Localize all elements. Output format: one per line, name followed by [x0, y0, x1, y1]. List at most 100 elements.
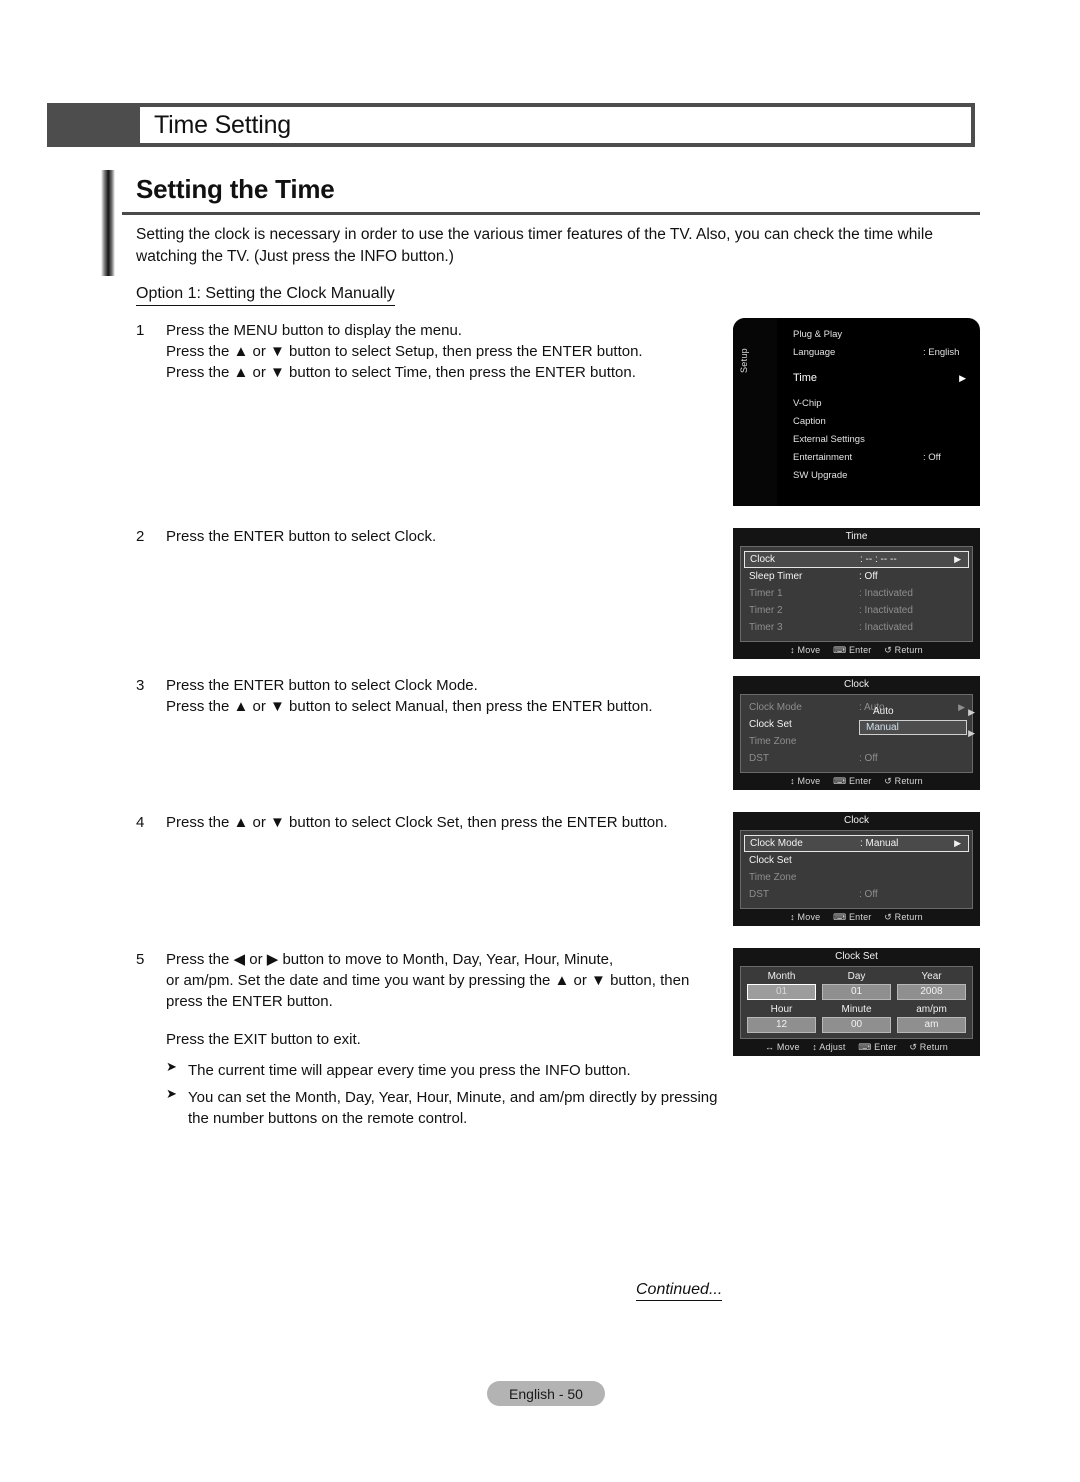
step-body: Press the ◀ or ▶ button to move to Month… — [166, 949, 736, 1129]
osd-setup-rail: Setup — [733, 318, 777, 506]
clock-set-row-time: Hour 12 Minute 00 am/pm am — [747, 1004, 966, 1033]
clock-set-row-date: Month 01 Day 01 Year 2008 — [747, 971, 966, 1000]
osd-menu-item-sw-upgrade[interactable]: SW Upgrade — [793, 467, 972, 485]
step-number: 1 — [136, 322, 145, 339]
label: Caption — [793, 416, 826, 427]
note-text: The current time will appear every time … — [188, 1062, 631, 1079]
field-year[interactable]: Year 2008 — [897, 971, 966, 1000]
label: Clock Mode — [749, 702, 802, 713]
note-list: ➤ The current time will appear every tim… — [166, 1060, 736, 1129]
osd-title: Clock — [733, 812, 980, 830]
osd-menu-item-clock-set[interactable]: Clock Set — [741, 852, 972, 869]
page-header-title-box: Time Setting — [140, 107, 971, 143]
label: Time — [793, 372, 818, 384]
hint-return: ↺ Return — [909, 1042, 948, 1052]
dropdown-option-auto[interactable]: Auto — [859, 705, 975, 719]
step-line: Press the ◀ or ▶ button to move to Month… — [166, 951, 614, 968]
section-accent-bar — [101, 170, 115, 276]
field-value[interactable]: 01 — [822, 984, 891, 1000]
section-divider — [122, 212, 980, 215]
osd-clock-menu-manual: Clock Clock Mode : Manual ▶ Clock Set Ti… — [733, 812, 980, 926]
osd-menu-item-external-settings[interactable]: External Settings — [793, 431, 972, 449]
value: : Manual — [860, 838, 899, 849]
step-line: press the ENTER button. — [166, 993, 333, 1010]
osd-setup-list: Plug & Play Language : English Time ▶ V-… — [793, 326, 972, 485]
field-minute[interactable]: Minute 00 — [822, 1004, 891, 1033]
field-hour[interactable]: Hour 12 — [747, 1004, 816, 1033]
osd-menu-item-time-zone[interactable]: Time Zone — [741, 733, 972, 750]
osd-menu-item-entertainment[interactable]: Entertainment : Off — [793, 449, 972, 467]
step-line: Press the ENTER button to select Clock. — [166, 528, 437, 545]
osd-clock-menu-auto: Clock Clock Mode : Auto ▶ Clock Set Time… — [733, 676, 980, 790]
step-3: 3 Press the ENTER button to select Clock… — [136, 675, 736, 717]
field-month[interactable]: Month 01 — [747, 971, 816, 1000]
osd-menu-item-clock[interactable]: Clock : -- : -- -- ▶ — [744, 551, 969, 568]
value: : Off — [859, 889, 878, 900]
osd-menu-item-dst[interactable]: DST : Off — [741, 886, 972, 903]
osd-clock-set: Clock Set Month 01 Day 01 Year 2008 Hour… — [733, 948, 980, 1056]
osd-footer-hints: ↕ Move ⌨ Enter ↺ Return — [733, 642, 980, 659]
continued-label: Continued... — [636, 1281, 723, 1301]
step-1: 1 Press the MENU button to display the m… — [136, 320, 736, 383]
osd-setup-menu: Setup Plug & Play Language : English Tim… — [733, 318, 980, 506]
note-text: You can set the Month, Day, Year, Hour, … — [188, 1089, 718, 1127]
field-value[interactable]: am — [897, 1017, 966, 1033]
step-body: Press the ENTER button to select Clock M… — [166, 675, 736, 717]
field-value[interactable]: 12 — [747, 1017, 816, 1033]
field-label: Year — [921, 971, 942, 982]
value: : Inactivated — [859, 622, 913, 633]
step-4: 4 Press the ▲ or ▼ button to select Cloc… — [136, 812, 736, 833]
value: : Off — [859, 753, 878, 764]
field-label: Minute — [841, 1004, 872, 1015]
label: Sleep Timer — [749, 571, 803, 582]
field-day[interactable]: Day 01 — [822, 971, 891, 1000]
chevron-right-icon: ▶ — [954, 554, 961, 564]
osd-menu-item-dst[interactable]: DST : Off — [741, 750, 972, 767]
osd-footer-hints: ↕ Move ⌨ Enter ↺ Return — [733, 909, 980, 926]
osd-menu-item-language[interactable]: Language : English — [793, 344, 972, 362]
label: Plug & Play — [793, 329, 843, 340]
osd-menu-item-clock-mode[interactable]: Clock Mode : Manual ▶ — [744, 835, 969, 852]
label: Clock — [750, 554, 776, 565]
step-body: Press the ▲ or ▼ button to select Clock … — [166, 812, 736, 833]
hint-move: ↕ Move — [790, 776, 821, 786]
osd-menu-item-timer-3[interactable]: Timer 3 : Inactivated — [741, 619, 972, 636]
arrow-bullet-icon: ➤ — [166, 1086, 177, 1101]
step-body: Press the ENTER button to select Clock. — [166, 526, 736, 547]
osd-title: Clock — [733, 676, 980, 694]
page-title: Time Setting — [154, 110, 292, 139]
osd-menu-item-v-chip[interactable]: V-Chip — [793, 395, 972, 413]
dropdown-option-manual[interactable]: Manual — [859, 720, 967, 735]
step-2: 2 Press the ENTER button to select Clock… — [136, 526, 736, 547]
osd-clock-set-grid: Month 01 Day 01 Year 2008 Hour 12 Minute… — [740, 966, 973, 1039]
osd-menu-item-timer-1[interactable]: Timer 1 : Inactivated — [741, 585, 972, 602]
step-number: 2 — [136, 528, 145, 545]
field-label: Day — [847, 971, 866, 982]
value: : Off — [859, 571, 878, 582]
label: Timer 1 — [749, 588, 783, 599]
field-value[interactable]: 01 — [747, 984, 816, 1000]
chevron-right-icon: ▶ — [954, 838, 961, 848]
field-value[interactable]: 00 — [822, 1017, 891, 1033]
chevron-right-icon: ▶ — [968, 707, 975, 717]
page-header-bar: Time Setting — [47, 103, 975, 147]
field-label: am/pm — [916, 1004, 947, 1015]
label: V-Chip — [793, 398, 822, 409]
field-value[interactable]: 2008 — [897, 984, 966, 1000]
field-ampm[interactable]: am/pm am — [897, 1004, 966, 1033]
step-number: 4 — [136, 814, 145, 831]
hint-enter: ⌨ Enter — [833, 645, 872, 655]
osd-title: Clock Set — [733, 948, 980, 966]
clock-mode-dropdown[interactable]: Auto Manual ▶ ▶ — [859, 705, 975, 738]
osd-menu-item-plug-and-play[interactable]: Plug & Play — [793, 326, 972, 344]
osd-menu-item-caption[interactable]: Caption — [793, 413, 972, 431]
osd-menu-item-time[interactable]: Time ▶ — [793, 367, 972, 390]
osd-menu-item-timer-2[interactable]: Timer 2 : Inactivated — [741, 602, 972, 619]
step-body: Press the MENU button to display the men… — [166, 320, 736, 383]
step-line: Press the MENU button to display the men… — [166, 322, 462, 339]
osd-menu-item-time-zone[interactable]: Time Zone — [741, 869, 972, 886]
value: : Inactivated — [859, 605, 913, 616]
osd-menu-item-sleep-timer[interactable]: Sleep Timer : Off — [741, 568, 972, 585]
step-line: Press the ▲ or ▼ button to select Clock … — [166, 814, 668, 831]
osd-item-list: Clock Mode : Manual ▶ Clock Set Time Zon… — [740, 830, 973, 909]
